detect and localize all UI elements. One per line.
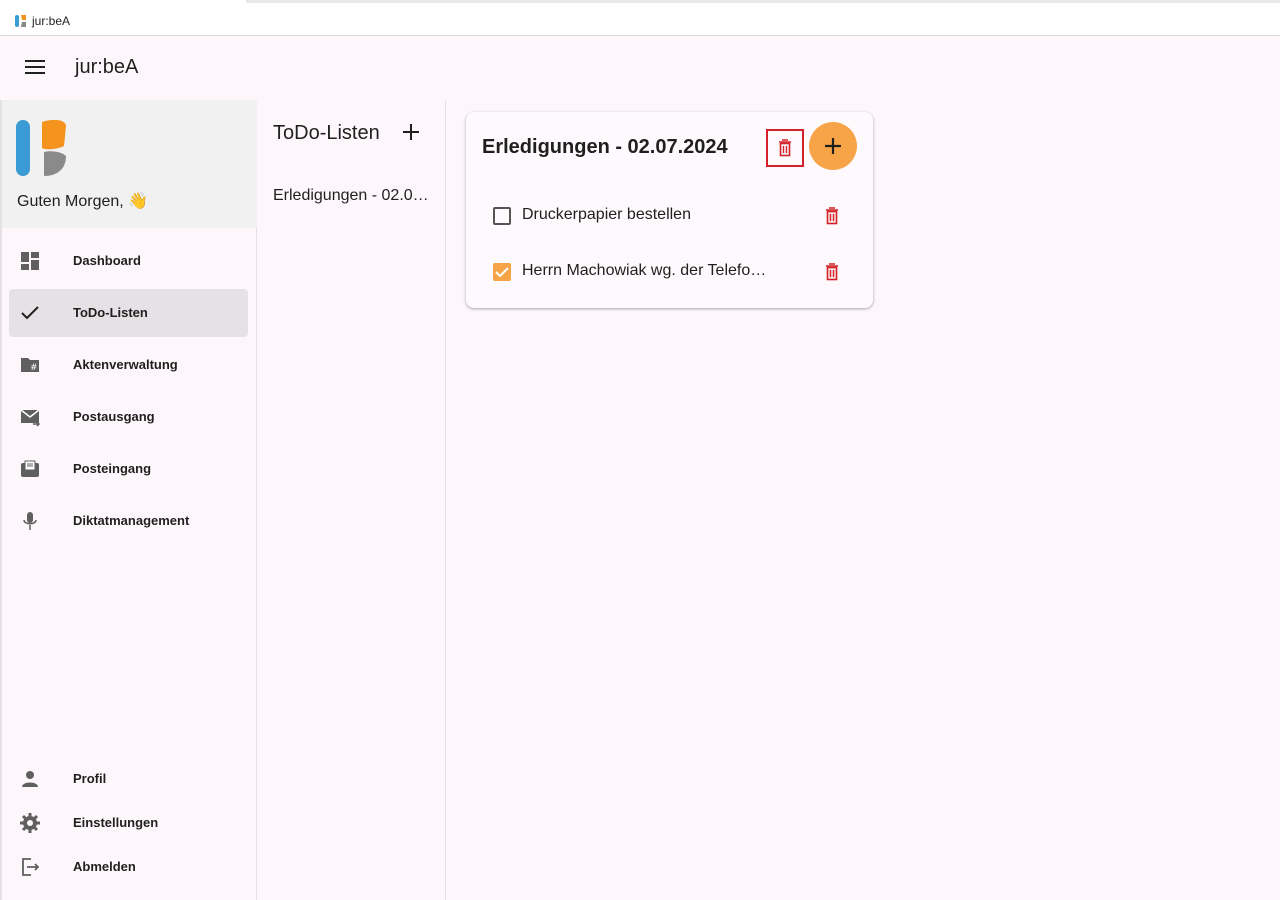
trash-icon (779, 139, 791, 157)
sidebar-item-label: Einstellungen (73, 815, 159, 830)
app-bar: jur:beA (0, 36, 1280, 100)
menu-icon[interactable] (22, 56, 48, 80)
window-title: jur:beA (32, 14, 71, 28)
sidebar-item-aktenverwaltung[interactable]: # Aktenverwaltung (9, 341, 248, 389)
sidebar-item-posteingang[interactable]: Posteingang (9, 445, 248, 493)
lists-title: ToDo-Listen (273, 122, 380, 144)
inbox-icon (21, 460, 39, 477)
todo-item: Druckerpapier bestellen (482, 196, 857, 236)
todo-text: Druckerpapier bestellen (522, 206, 691, 223)
sidebar-item-label: Diktatmanagement (73, 513, 190, 528)
sidebar-item-einstellungen[interactable]: Einstellungen (9, 799, 248, 847)
sidebar-item-abmelden[interactable]: Abmelden (9, 843, 248, 891)
profile-header: Guten Morgen, 👋 (2, 100, 257, 228)
app-logo-icon (15, 15, 26, 27)
trash-icon (826, 263, 838, 281)
add-list-icon[interactable] (401, 122, 421, 142)
sidebar: Guten Morgen, 👋 Dashboard ToDo-Listen # … (0, 100, 257, 900)
todo-checkbox[interactable] (493, 207, 511, 225)
checkmark-icon (495, 267, 509, 278)
delete-todo-button[interactable] (822, 260, 844, 284)
sidebar-item-label: Profil (73, 771, 107, 786)
svg-text:#: # (30, 363, 38, 373)
sidebar-item-label: Posteingang (73, 461, 152, 476)
sidebar-item-label: ToDo-Listen (73, 305, 148, 320)
check-icon (21, 306, 39, 320)
todo-lists-column: ToDo-Listen Erledigungen - 02.07.2024 (257, 100, 446, 900)
sidebar-item-label: Dashboard (73, 253, 141, 268)
dashboard-icon (21, 252, 39, 270)
greeting: Guten Morgen, 👋 (17, 193, 149, 210)
sidebar-item-postausgang[interactable]: Postausgang (9, 393, 248, 441)
sidebar-item-todo-listen[interactable]: ToDo-Listen (9, 289, 248, 337)
brand-logo (16, 119, 66, 176)
mail-send-icon (20, 409, 41, 427)
sidebar-item-label: Abmelden (73, 859, 136, 874)
add-todo-button[interactable] (809, 122, 857, 170)
sidebar-item-dashboard[interactable]: Dashboard (9, 237, 248, 285)
todo-item: Herrn Machowiak wg. der Telefonanlage an… (482, 252, 857, 292)
window-titlebar: jur:beA (0, 0, 1280, 36)
titlebar-strip (246, 0, 1280, 3)
person-icon (22, 771, 38, 787)
logout-icon (22, 858, 40, 876)
sidebar-item-label: Postausgang (73, 409, 155, 424)
sidebar-item-label: Aktenverwaltung (73, 357, 178, 372)
plus-icon (825, 138, 841, 154)
delete-list-button[interactable] (766, 129, 804, 167)
mic-icon (23, 512, 37, 530)
todo-text: Herrn Machowiak wg. der Telefonanlage an… (522, 262, 770, 279)
folder-hash-icon: # (21, 358, 39, 373)
list-item[interactable]: Erledigungen - 02.07.2024 (273, 187, 433, 205)
sidebar-item-diktatmanagement[interactable]: Diktatmanagement (9, 497, 248, 545)
card-title: Erledigungen - 02.07.2024 (482, 136, 728, 158)
app-title: jur:beA (75, 56, 139, 78)
delete-todo-button[interactable] (822, 204, 844, 228)
todo-checkbox[interactable] (493, 263, 511, 281)
sidebar-item-profil[interactable]: Profil (9, 755, 248, 803)
trash-icon (826, 207, 838, 225)
gear-icon (20, 813, 40, 833)
todo-list-card: Erledigungen - 02.07.2024 Druckerpapier … (466, 112, 873, 308)
